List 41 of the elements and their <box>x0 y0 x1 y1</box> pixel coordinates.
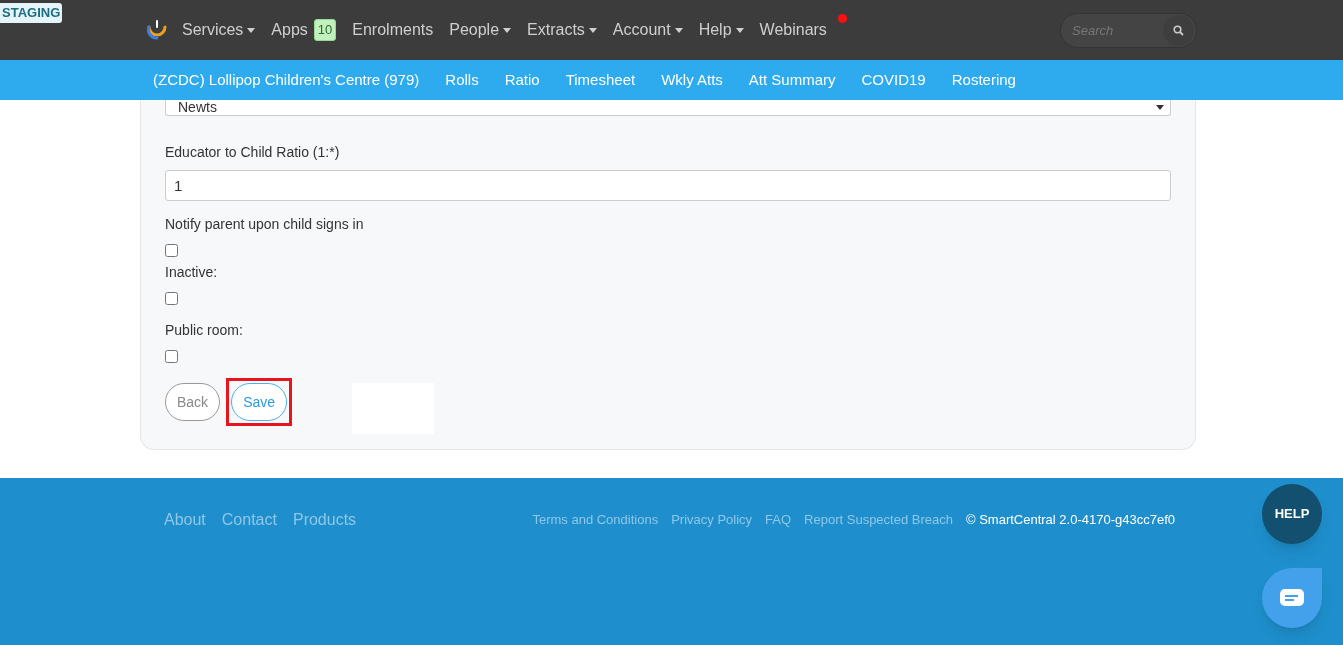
footer-link[interactable]: Terms and Conditions <box>532 510 659 530</box>
count-badge: 10 <box>313 19 337 41</box>
sub-nav-link[interactable]: Att Summary <box>735 68 849 92</box>
nav-item[interactable]: Help <box>698 20 744 40</box>
footer-link[interactable]: Report Suspected Breach <box>804 510 953 530</box>
select-field[interactable]: Newts <box>165 100 1171 116</box>
logo-icon <box>146 19 168 41</box>
field-label: Inactive: <box>165 263 219 282</box>
field-label: Educator to Child Ratio (1:*) <box>165 143 341 162</box>
sub-nav-link[interactable]: (ZCDC) Lollipop Children's Centre (979) <box>140 68 433 92</box>
sub-nav-link[interactable]: Wkly Atts <box>648 68 736 92</box>
save-button[interactable]: Save <box>231 383 288 421</box>
sub-nav-link[interactable]: Rolls <box>432 68 492 92</box>
text-field[interactable]: 1 <box>165 170 1171 201</box>
sub-nav-link[interactable]: COVID19 <box>848 68 939 92</box>
nav-item[interactable]: Webinars <box>759 20 827 40</box>
footer-link[interactable]: Privacy Policy <box>671 510 753 530</box>
nav-item[interactable]: Apps 10 <box>271 19 337 41</box>
caret-icon <box>1156 105 1164 110</box>
nav-item[interactable]: Services <box>182 20 256 40</box>
nav-item[interactable]: Enrolments <box>352 20 434 40</box>
search-icon <box>1173 24 1184 36</box>
field-label: Notify parent upon child signs in <box>165 215 365 234</box>
checkbox[interactable] <box>165 244 178 257</box>
footer-link[interactable]: About <box>164 508 206 532</box>
chat-icon <box>1280 589 1304 607</box>
nav-item[interactable]: Account <box>612 20 683 40</box>
nav-item[interactable]: People <box>449 20 512 40</box>
footer-link[interactable]: Products <box>292 508 357 532</box>
checkbox[interactable] <box>165 292 178 305</box>
nav-item[interactable]: Extracts <box>527 20 597 40</box>
sub-nav-link[interactable]: Rostering <box>938 68 1029 92</box>
sub-nav-link[interactable]: Ratio <box>491 68 553 92</box>
staging-badge: STAGING <box>0 3 63 23</box>
sub-nav-link[interactable]: Timesheet <box>552 68 649 92</box>
field-label: Public room: <box>165 321 244 340</box>
footer-link[interactable]: FAQ <box>765 510 792 530</box>
copyright-text: © SmartCentral 2.0-4170-g43cc7ef0 <box>965 511 1175 529</box>
footer-link[interactable]: Contact <box>221 508 277 532</box>
back-button[interactable]: Back <box>165 383 221 421</box>
checkbox[interactable] <box>165 350 178 363</box>
